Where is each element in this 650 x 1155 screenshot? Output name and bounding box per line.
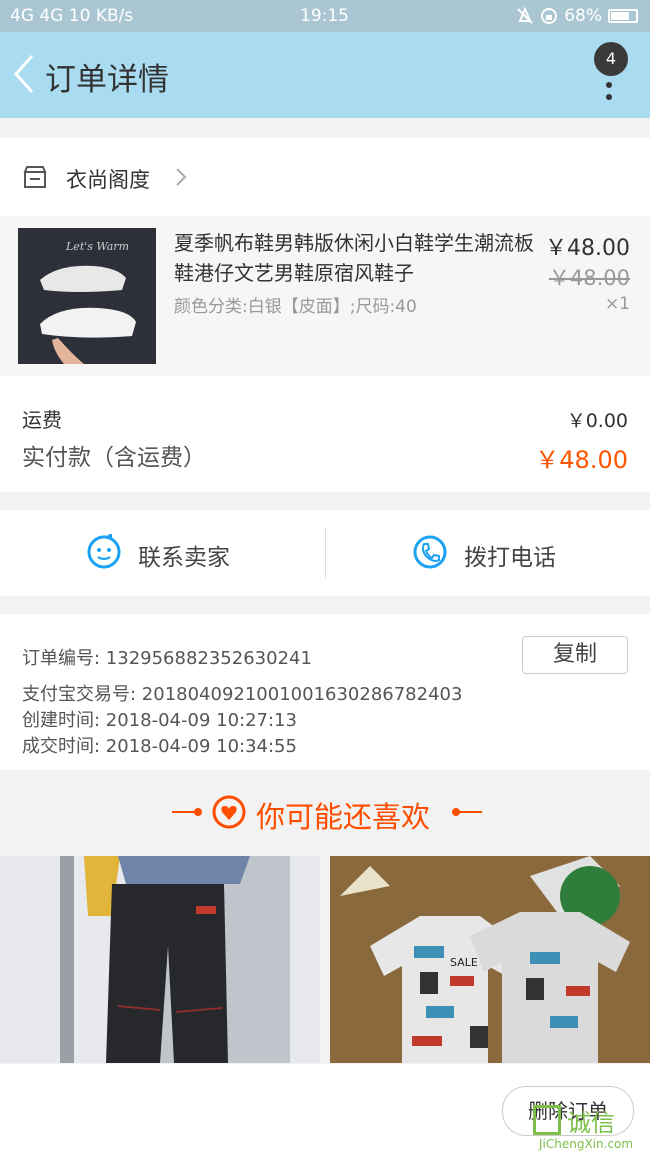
store-icon: [23, 166, 47, 188]
order-number: 订单编号: 132956882352630241: [22, 648, 312, 669]
back-arrow-icon[interactable]: [10, 52, 40, 96]
product-price: ￥48.00: [545, 236, 630, 261]
more-dot-icon: [606, 94, 612, 100]
watermark-title: 诚信: [567, 1109, 615, 1137]
network-status: 4G 4G 10 KB/s: [10, 6, 133, 26]
clock: 19:15: [300, 6, 349, 26]
page-title: 订单详情: [45, 62, 169, 98]
call-label: 拨打电话: [464, 545, 556, 571]
site-watermark: 诚信 JiChengXin.com: [533, 1105, 645, 1155]
product-sku: 颜色分类:白银【皮面】;尺码:40: [174, 297, 417, 317]
product-title: 夏季帆布鞋男韩版休闲小白鞋学生潮流板鞋港仔文艺男鞋原宿风鞋子: [174, 231, 534, 285]
store-row[interactable]: 衣尚阁度: [0, 138, 650, 216]
shipping-value: ￥0.00: [566, 410, 628, 432]
decor-dot: [194, 808, 202, 816]
created-time: 创建时间: 2018-04-09 10:27:13: [22, 710, 297, 731]
chevron-right-icon: [176, 168, 187, 186]
shipping-label: 运费: [22, 408, 62, 432]
battery-percent: 68%: [564, 6, 602, 26]
watermark-logo: [533, 1105, 561, 1135]
thumb-caption: Let's Warm: [65, 240, 129, 253]
recommend-header: 你可能还喜欢: [0, 782, 650, 844]
tshirt-print-text: SALE: [450, 956, 478, 969]
battery-icon: [608, 9, 638, 23]
message-badge: 4: [594, 42, 628, 76]
status-bar: 4G 4G 10 KB/s 19:15 68%: [0, 0, 650, 32]
network-speed: 10 KB/s: [68, 6, 134, 26]
product-thumbnail: Let's Warm: [18, 228, 156, 364]
contact-seller-label: 联系卖家: [138, 545, 230, 571]
recommended-product-tshirts[interactable]: SALE: [330, 856, 650, 1063]
more-menu-button[interactable]: 4: [588, 42, 628, 112]
paid-value: ￥48.00: [535, 446, 628, 474]
decor-line: [172, 811, 196, 813]
order-item[interactable]: Let's Warm 夏季帆布鞋男韩版休闲小白鞋学生潮流板鞋港仔文艺男鞋原宿风鞋…: [0, 216, 650, 376]
watermark-site: JiChengXin.com: [539, 1137, 634, 1151]
heart-icon: [212, 795, 246, 829]
store-name: 衣尚阁度: [66, 168, 150, 192]
app-header: 订单详情 4: [0, 32, 650, 118]
more-dot-icon: [606, 82, 612, 88]
contact-bar: 联系卖家 拨打电话: [0, 510, 650, 596]
contact-seller-button[interactable]: 联系卖家: [0, 510, 324, 596]
product-jeans-image: [0, 856, 320, 1063]
network-label: 4G 4G: [10, 6, 64, 26]
mute-icon: [517, 7, 533, 24]
payment-summary: 运费 ￥0.00 实付款（含运费） ￥48.00: [0, 376, 650, 492]
closed-time: 成交时间: 2018-04-09 10:34:55: [22, 736, 297, 757]
chat-icon: [87, 534, 121, 569]
copy-button[interactable]: 复制: [522, 636, 628, 674]
original-price: ￥48.00: [548, 266, 630, 290]
decor-line: [458, 811, 482, 813]
alipay-number: 支付宝交易号: 2018040921001001630286782403: [22, 684, 463, 705]
product-quantity: ×1: [604, 294, 630, 314]
recommend-title: 你可能还喜欢: [256, 800, 431, 834]
status-right: 68%: [516, 6, 638, 26]
phone-icon: [413, 535, 447, 569]
recommended-product-jeans[interactable]: [0, 856, 320, 1063]
call-button[interactable]: 拨打电话: [326, 510, 650, 596]
order-info: 订单编号: 132956882352630241 复制 支付宝交易号: 2018…: [0, 614, 650, 770]
paid-label: 实付款（含运费）: [22, 445, 206, 471]
lock-rotate-icon: [541, 8, 558, 24]
product-tshirts-image: SALE: [330, 856, 650, 1063]
